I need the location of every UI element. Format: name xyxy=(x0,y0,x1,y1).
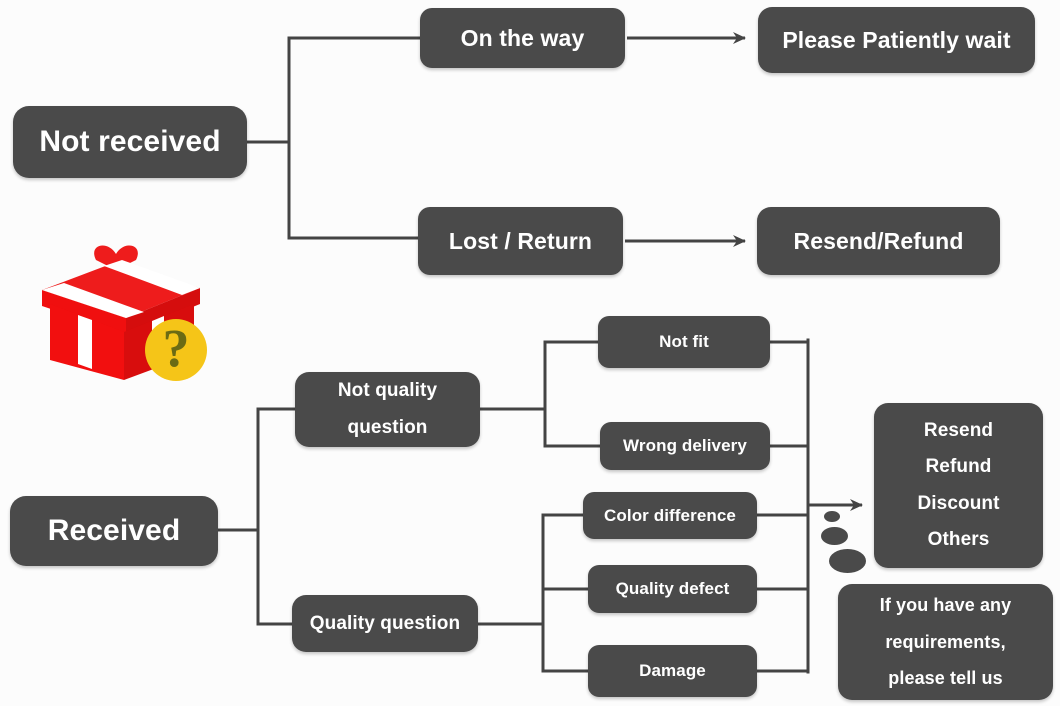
node-outcome-options[interactable]: Resend Refund Discount Others xyxy=(874,403,1043,568)
node-lost-return[interactable]: Lost / Return xyxy=(418,207,623,275)
bubble-dot-large xyxy=(829,549,866,573)
node-label: Wrong delivery xyxy=(623,436,747,455)
node-label: On the way xyxy=(460,24,585,51)
bubble-dot-medium xyxy=(821,527,848,545)
node-please-patiently-wait[interactable]: Please Patiently wait xyxy=(758,7,1035,73)
node-label-line1: Not quality xyxy=(337,380,438,402)
node-damage[interactable]: Damage xyxy=(588,645,757,697)
node-not-received[interactable]: Not received xyxy=(13,106,247,178)
node-label: Received xyxy=(47,514,181,547)
outcome-others: Others xyxy=(927,528,990,550)
node-label: Quality defect xyxy=(615,579,730,598)
gift-box-icon: ? xyxy=(42,245,207,381)
node-label: Please Patiently wait xyxy=(782,26,1011,53)
node-received[interactable]: Received xyxy=(10,496,218,566)
node-label-line2: question xyxy=(347,416,428,438)
node-quality-defect[interactable]: Quality defect xyxy=(588,565,757,613)
node-label: Resend/Refund xyxy=(793,227,964,254)
node-label: Not fit xyxy=(659,332,709,351)
node-not-fit[interactable]: Not fit xyxy=(598,316,770,368)
node-not-quality-question[interactable]: Not quality question xyxy=(295,372,480,447)
node-quality-question[interactable]: Quality question xyxy=(292,595,478,652)
node-wrong-delivery[interactable]: Wrong delivery xyxy=(600,422,770,470)
bubble-dot-small xyxy=(824,511,840,522)
outcome-resend: Resend xyxy=(923,420,994,442)
node-color-difference[interactable]: Color difference xyxy=(583,492,757,539)
node-resend-refund[interactable]: Resend/Refund xyxy=(757,207,1000,275)
outcome-refund: Refund xyxy=(925,456,992,478)
node-requirements-note[interactable]: If you have any requirements, please tel… xyxy=(838,584,1053,700)
node-label: Lost / Return xyxy=(448,227,593,254)
node-on-the-way[interactable]: On the way xyxy=(420,8,625,68)
note-line1: If you have any xyxy=(879,594,1012,615)
flowchart-canvas: ? Not received On the way Please Patient… xyxy=(0,0,1060,706)
note-line3: please tell us xyxy=(888,668,1003,689)
node-label: Damage xyxy=(639,661,706,680)
note-line2: requirements, xyxy=(885,631,1006,652)
node-label: Color difference xyxy=(604,505,736,525)
outcome-discount: Discount xyxy=(917,492,1000,514)
svg-text:?: ? xyxy=(163,318,190,378)
node-label: Quality question xyxy=(309,612,461,634)
node-label: Not received xyxy=(39,125,221,158)
